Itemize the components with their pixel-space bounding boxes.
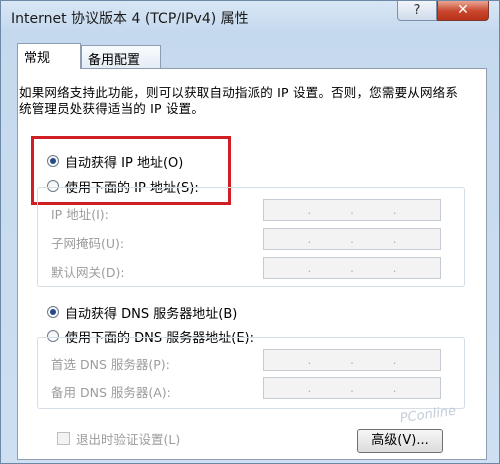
tab-general[interactable]: 常规 <box>17 43 81 69</box>
description-text: 如果网络支持此功能，则可以获取自动指派的 IP 设置。否则，您需要从网络系统管理… <box>19 85 459 116</box>
ip-auto-label: 自动获得 IP 地址(O) <box>65 155 184 171</box>
ip-auto-option[interactable]: 自动获得 IP 地址(O) <box>47 152 184 171</box>
ip-address-field[interactable]: ... <box>263 199 441 221</box>
default-gateway-label: 默认网关(D): <box>51 265 125 280</box>
subnet-mask-label: 子网掩码(U): <box>51 236 125 251</box>
ip-dot: . <box>307 233 312 246</box>
alternate-dns-label: 备用 DNS 服务器(A): <box>51 385 171 400</box>
alternate-dns-field[interactable]: ... <box>263 377 441 399</box>
preferred-dns-label: 首选 DNS 服务器(P): <box>51 357 170 372</box>
title-bar[interactable]: Internet 协议版本 4 (TCP/IPv4) 属性 ? ✕ <box>1 1 499 33</box>
subnet-mask-field[interactable]: ... <box>263 228 441 250</box>
ip-dot: . <box>307 204 312 217</box>
ip-dot: . <box>392 382 397 395</box>
ip-dot: . <box>392 233 397 246</box>
ip-dot: . <box>350 262 354 275</box>
validate-on-exit-option[interactable]: 退出时验证设置(L) <box>57 429 180 448</box>
ip-dot: . <box>350 233 354 246</box>
ip-dot: . <box>392 262 397 275</box>
preferred-dns-field[interactable]: ... <box>263 349 441 371</box>
ip-auto-radio[interactable] <box>47 155 59 167</box>
dns-auto-radio[interactable] <box>47 306 59 318</box>
ip-dot: . <box>307 354 312 367</box>
default-gateway-field[interactable]: ... <box>263 257 441 279</box>
tab-alternate-config[interactable]: 备用配置 <box>81 45 161 69</box>
dns-auto-option[interactable]: 自动获得 DNS 服务器地址(B) <box>47 303 238 322</box>
ip-dot: . <box>350 382 354 395</box>
ip-dot: . <box>307 382 312 395</box>
validate-on-exit-label: 退出时验证设置(L) <box>76 432 181 447</box>
advanced-button[interactable]: 高级(V)... <box>357 429 443 453</box>
dns-auto-label: 自动获得 DNS 服务器地址(B) <box>65 306 238 322</box>
close-button[interactable]: ✕ <box>437 1 489 21</box>
validate-on-exit-checkbox[interactable] <box>57 432 70 445</box>
ip-dot: . <box>350 354 354 367</box>
ip-dot: . <box>307 262 312 275</box>
ip-dot: . <box>392 204 397 217</box>
window-title: Internet 协议版本 4 (TCP/IPv4) 属性 <box>11 11 249 27</box>
dialog-window: Internet 协议版本 4 (TCP/IPv4) 属性 ? ✕ 常规 备用配… <box>0 0 500 464</box>
ip-dot: . <box>350 204 354 217</box>
ip-dot: . <box>392 354 397 367</box>
ip-address-label: IP 地址(I): <box>51 207 109 222</box>
help-button[interactable]: ? <box>397 1 437 21</box>
